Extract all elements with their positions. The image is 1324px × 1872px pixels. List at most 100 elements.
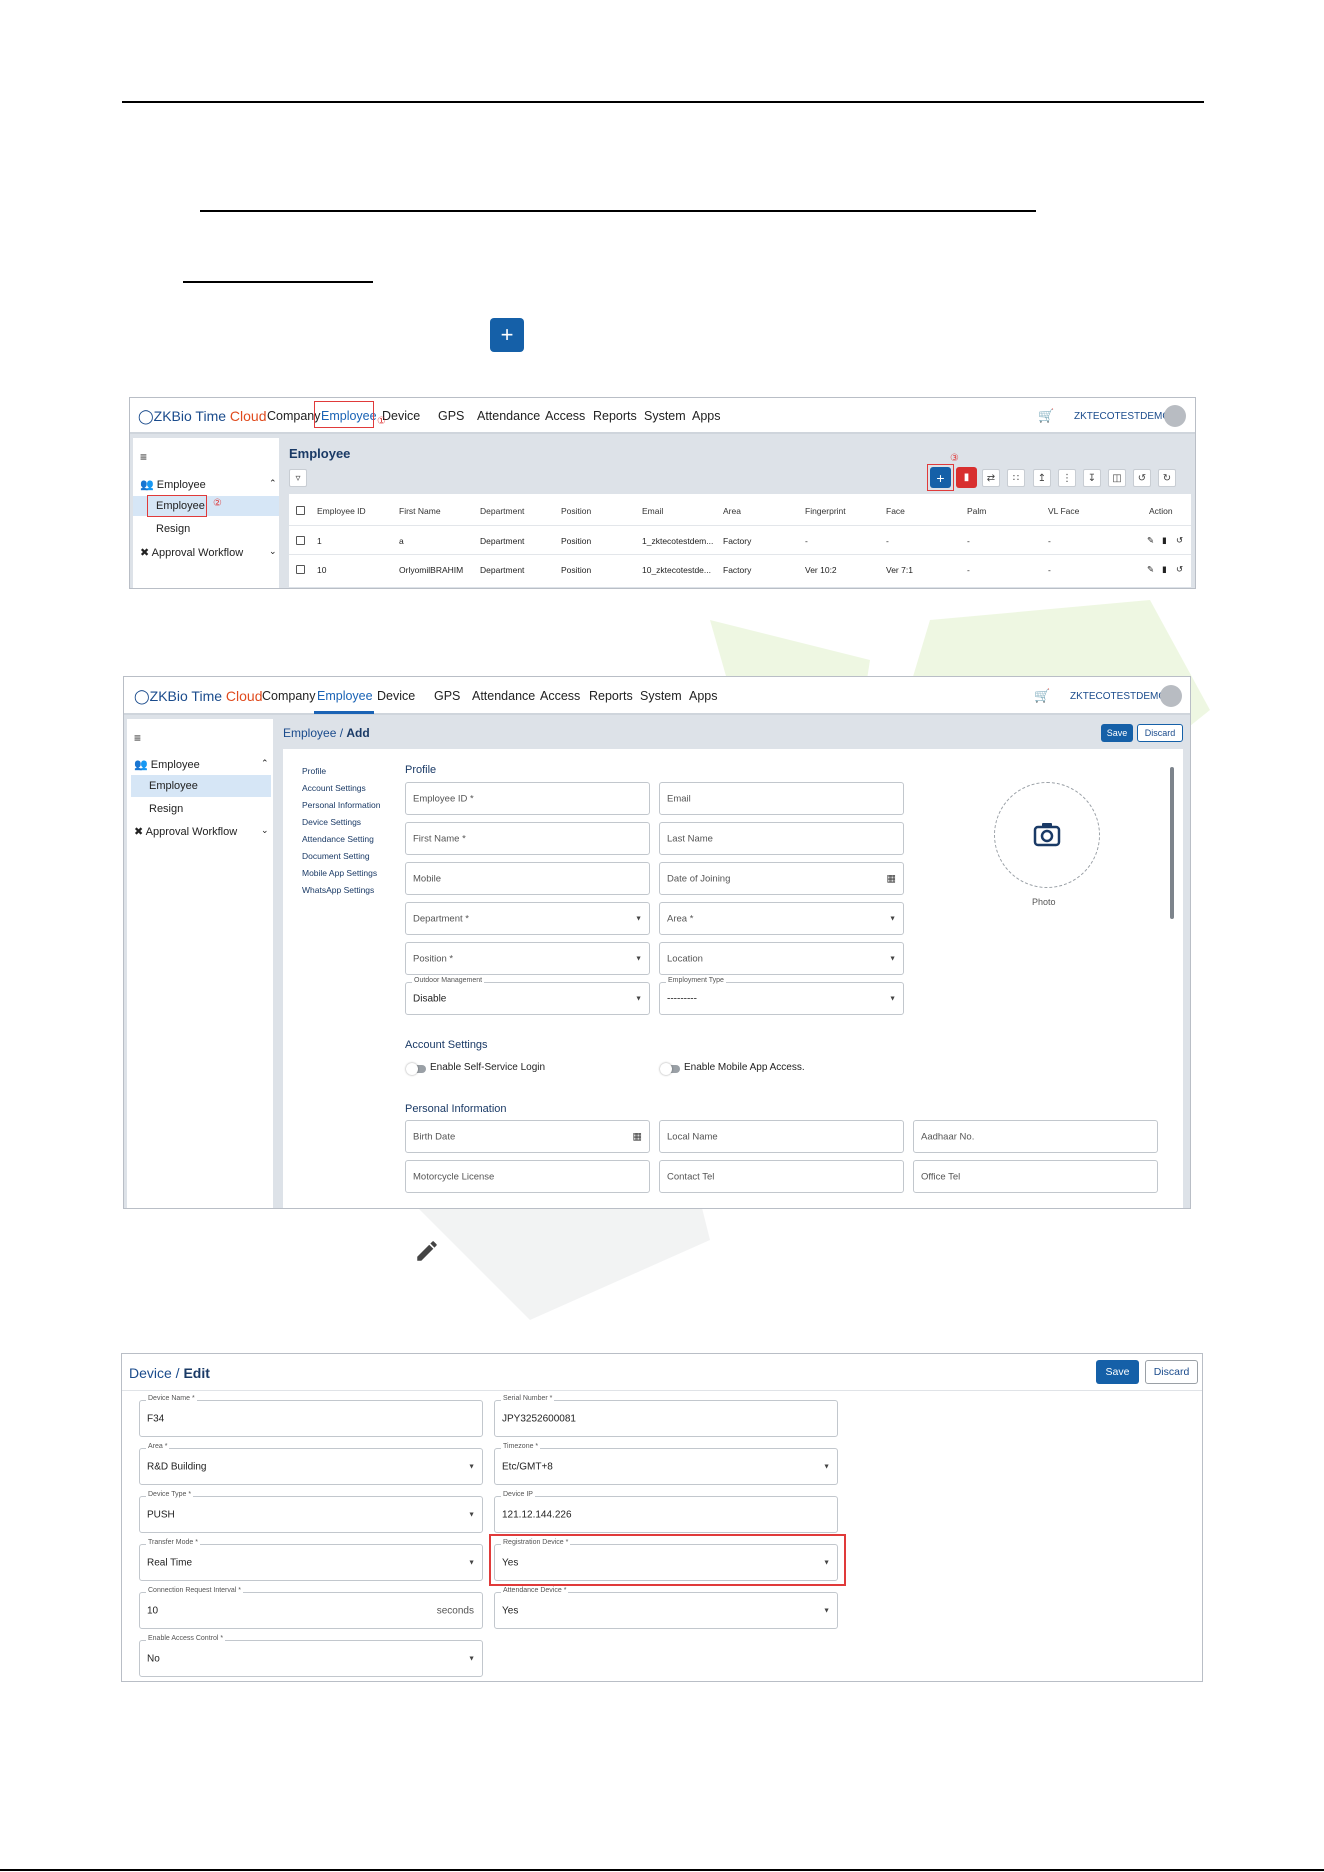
company-name[interactable]: ZKTECOTESTDEMO xyxy=(1070,691,1166,702)
delete-button[interactable]: ▮ xyxy=(956,467,977,488)
select-all-checkbox[interactable] xyxy=(296,506,305,515)
col-employee-id[interactable]: Employee ID xyxy=(317,506,366,516)
col-email[interactable]: Email xyxy=(642,506,663,516)
local-name-field[interactable]: Local Name xyxy=(659,1120,904,1153)
nav-system[interactable]: System xyxy=(644,409,686,423)
nav-apps[interactable]: Apps xyxy=(692,409,721,423)
nav-company[interactable]: Company xyxy=(262,689,316,703)
position-select[interactable]: Position * ▼ xyxy=(405,942,650,975)
avatar[interactable] xyxy=(1160,685,1182,707)
aadhaar-field[interactable]: Aadhaar No. xyxy=(913,1120,1158,1153)
contact-tel-field[interactable]: Contact Tel xyxy=(659,1160,904,1193)
employment-type-select[interactable]: Employment Type --------- ▼ xyxy=(659,977,904,1015)
edit-icon[interactable]: ✎ xyxy=(1147,564,1154,575)
nav-attendance[interactable]: Attendance xyxy=(472,689,535,703)
row-checkbox[interactable] xyxy=(296,536,305,545)
self-service-login-toggle[interactable] xyxy=(406,1063,426,1075)
sidebar-item-resign[interactable]: Resign xyxy=(149,803,183,815)
anchor-attendance-setting[interactable]: Attendance Setting xyxy=(302,834,374,844)
sidebar-group-employee[interactable]: 👥 Employee xyxy=(140,478,206,491)
outdoor-management-select[interactable]: Outdoor Management Disable ▼ xyxy=(405,977,650,1015)
save-button[interactable]: Save xyxy=(1101,724,1133,742)
calendar-icon[interactable]: ▦ xyxy=(887,873,896,884)
col-face[interactable]: Face xyxy=(886,506,905,516)
anchor-profile[interactable]: Profile xyxy=(302,766,326,776)
area-select[interactable]: Area * R&D Building ▼ xyxy=(139,1443,483,1485)
columns-icon[interactable]: ◫ xyxy=(1108,469,1126,487)
anchor-mobile-app-settings[interactable]: Mobile App Settings xyxy=(302,868,377,878)
department-select[interactable]: Department * ▼ xyxy=(405,902,650,935)
col-vl-face[interactable]: VL Face xyxy=(1048,506,1079,516)
sidebar-item-resign[interactable]: Resign xyxy=(156,523,190,535)
nav-employee[interactable]: Employee xyxy=(317,689,373,703)
nav-gps[interactable]: GPS xyxy=(438,409,464,423)
transfer-mode-select[interactable]: Transfer Mode * Real Time ▼ xyxy=(139,1539,483,1581)
area-select[interactable]: Area * ▼ xyxy=(659,902,904,935)
nav-reports[interactable]: Reports xyxy=(589,689,633,703)
cart-icon[interactable]: 🛒 xyxy=(1034,688,1050,704)
nav-device[interactable]: Device xyxy=(377,689,415,703)
chevron-down-icon[interactable]: ⌄ xyxy=(269,546,277,557)
timezone-select[interactable]: Timezone * Etc/GMT+8 ▼ xyxy=(494,1443,838,1485)
col-department[interactable]: Department xyxy=(480,506,524,516)
anchor-account-settings[interactable]: Account Settings xyxy=(302,783,366,793)
discard-button[interactable]: Discard xyxy=(1145,1360,1198,1384)
scrollbar-thumb[interactable] xyxy=(1170,767,1174,919)
date-of-joining-field[interactable]: Date of Joining ▦ xyxy=(659,862,904,895)
nav-gps[interactable]: GPS xyxy=(434,689,460,703)
edit-icon[interactable]: ✎ xyxy=(1147,535,1154,546)
grid-icon[interactable]: ∷ xyxy=(1007,469,1025,487)
discard-button[interactable]: Discard xyxy=(1137,724,1183,742)
chevron-down-icon[interactable]: ⌄ xyxy=(261,825,269,836)
refresh-icon[interactable]: ↻ xyxy=(1158,469,1176,487)
employee-id-field[interactable]: Employee ID * xyxy=(405,782,650,815)
nav-apps[interactable]: Apps xyxy=(689,689,718,703)
col-first-name[interactable]: First Name xyxy=(399,506,441,516)
nav-reports[interactable]: Reports xyxy=(593,409,637,423)
sidebar-item-approval-workflow[interactable]: ✖ Approval Workflow xyxy=(140,546,243,559)
row-checkbox[interactable] xyxy=(296,565,305,574)
attendance-device-select[interactable]: Attendance Device * Yes ▼ xyxy=(494,1587,838,1629)
col-position[interactable]: Position xyxy=(561,506,591,516)
nav-device[interactable]: Device xyxy=(382,409,420,423)
nav-access[interactable]: Access xyxy=(540,689,580,703)
upload-icon[interactable]: ↥ xyxy=(1033,469,1051,487)
restore-icon[interactable]: ↺ xyxy=(1176,564,1183,575)
anchor-whatsapp-settings[interactable]: WhatsApp Settings xyxy=(302,885,374,895)
save-button[interactable]: Save xyxy=(1096,1360,1139,1384)
device-ip-field[interactable]: Device IP 121.12.144.226 xyxy=(494,1491,838,1533)
last-name-field[interactable]: Last Name xyxy=(659,822,904,855)
chevron-up-icon[interactable]: ⌃ xyxy=(261,758,269,769)
mobile-field[interactable]: Mobile xyxy=(405,862,650,895)
sidebar-item-approval-workflow[interactable]: ✖ Approval Workflow xyxy=(134,825,237,838)
filter-icon[interactable]: ▿ xyxy=(289,469,307,487)
first-name-field[interactable]: First Name * xyxy=(405,822,650,855)
serial-number-field[interactable]: Serial Number * JPY3252600081 xyxy=(494,1395,838,1437)
mobile-app-access-toggle[interactable] xyxy=(660,1063,680,1075)
col-palm[interactable]: Palm xyxy=(967,506,986,516)
connection-interval-field[interactable]: Connection Request Interval * 10 seconds xyxy=(139,1587,483,1629)
trash-icon[interactable]: ▮ xyxy=(1162,564,1167,575)
more-icon[interactable]: ⋮ xyxy=(1058,469,1076,487)
avatar[interactable] xyxy=(1164,405,1186,427)
nav-attendance[interactable]: Attendance xyxy=(477,409,540,423)
access-control-select[interactable]: Enable Access Control * No ▼ xyxy=(139,1635,483,1677)
camera-icon[interactable] xyxy=(1033,821,1061,847)
birth-date-field[interactable]: Birth Date ▦ xyxy=(405,1120,650,1153)
restore-icon[interactable]: ↺ xyxy=(1176,535,1183,546)
chevron-up-icon[interactable]: ⌃ xyxy=(269,478,277,489)
menu-collapse-icon[interactable]: ≡ xyxy=(140,450,147,464)
history-icon[interactable]: ↺ xyxy=(1133,469,1151,487)
sidebar-item-employee[interactable]: Employee xyxy=(149,780,198,792)
cart-icon[interactable]: 🛒 xyxy=(1038,408,1054,424)
col-area[interactable]: Area xyxy=(723,506,741,516)
anchor-device-settings[interactable]: Device Settings xyxy=(302,817,361,827)
office-tel-field[interactable]: Office Tel xyxy=(913,1160,1158,1193)
add-button[interactable]: + xyxy=(930,467,951,488)
email-field[interactable]: Email xyxy=(659,782,904,815)
menu-collapse-icon[interactable]: ≡ xyxy=(134,731,141,745)
location-select[interactable]: Location ▼ xyxy=(659,942,904,975)
motorcycle-license-field[interactable]: Motorcycle License xyxy=(405,1160,650,1193)
sidebar-group-employee[interactable]: 👥 Employee xyxy=(134,758,200,771)
calendar-icon[interactable]: ▦ xyxy=(633,1131,642,1142)
